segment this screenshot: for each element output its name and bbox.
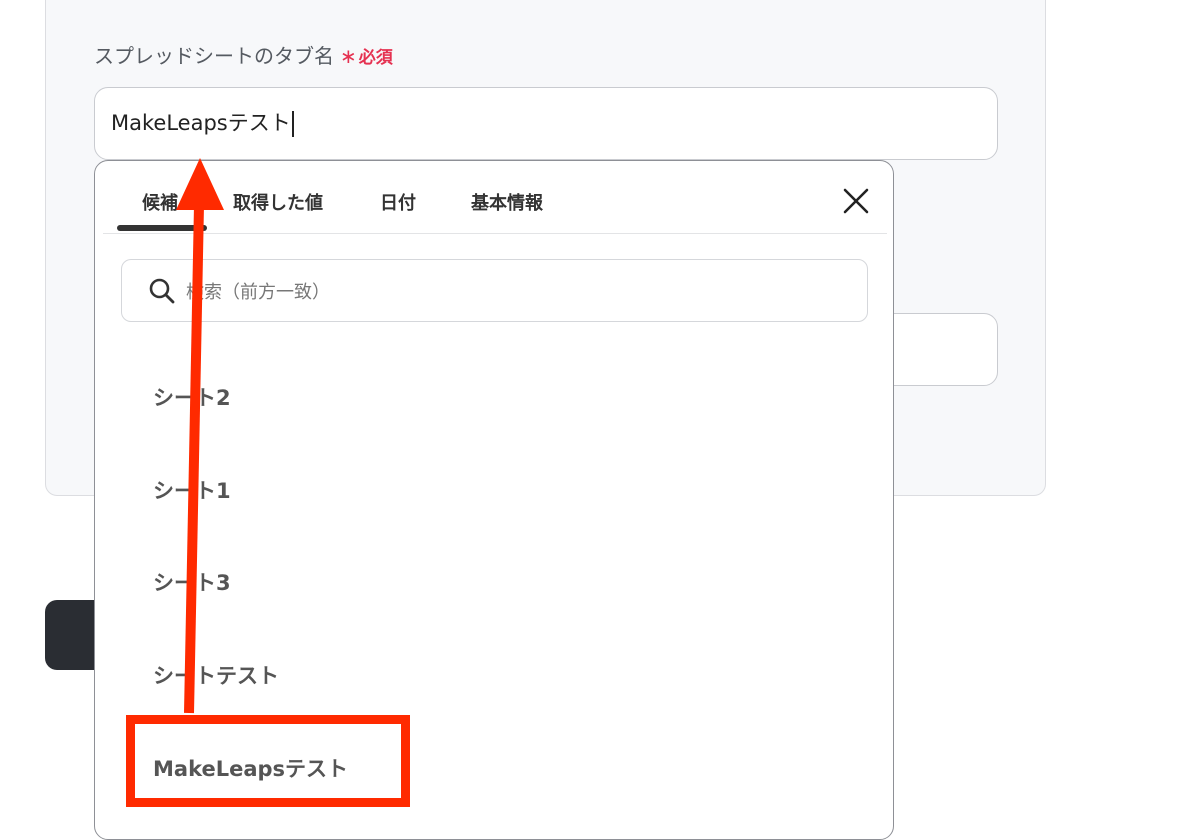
tab-candidates[interactable]: 候補 [142, 189, 178, 215]
tab-name-value: MakeLeapsテスト [111, 111, 291, 135]
search-icon [149, 278, 175, 304]
tabs-divider [103, 233, 887, 234]
close-button[interactable] [840, 185, 872, 217]
required-text: 必須 [358, 48, 393, 68]
required-star: ∗ [340, 44, 357, 68]
tab-date[interactable]: 日付 [380, 189, 416, 215]
option-sheet2[interactable]: シート2 [153, 382, 231, 412]
tab-basic-info[interactable]: 基本情報 [471, 189, 543, 215]
search-input[interactable] [184, 270, 848, 314]
option-sheet-test[interactable]: シートテスト [153, 660, 279, 690]
tab-name-input[interactable]: MakeLeapsテスト [94, 87, 998, 160]
field-label-text: スプレッドシートのタブ名 [94, 44, 334, 68]
annotation-highlight-box [126, 715, 410, 807]
text-caret [291, 111, 294, 137]
tab-fetched-values[interactable]: 取得した値 [233, 189, 323, 215]
field-label: スプレッドシートのタブ名 ∗ 必須 [94, 40, 393, 69]
search-box [121, 259, 868, 322]
popup-tabs: 候補 取得した値 日付 基本情報 [95, 161, 893, 234]
option-sheet1[interactable]: シート1 [153, 475, 231, 505]
active-tab-indicator [117, 225, 207, 231]
option-sheet3[interactable]: シート3 [153, 567, 231, 597]
close-icon [843, 188, 869, 214]
